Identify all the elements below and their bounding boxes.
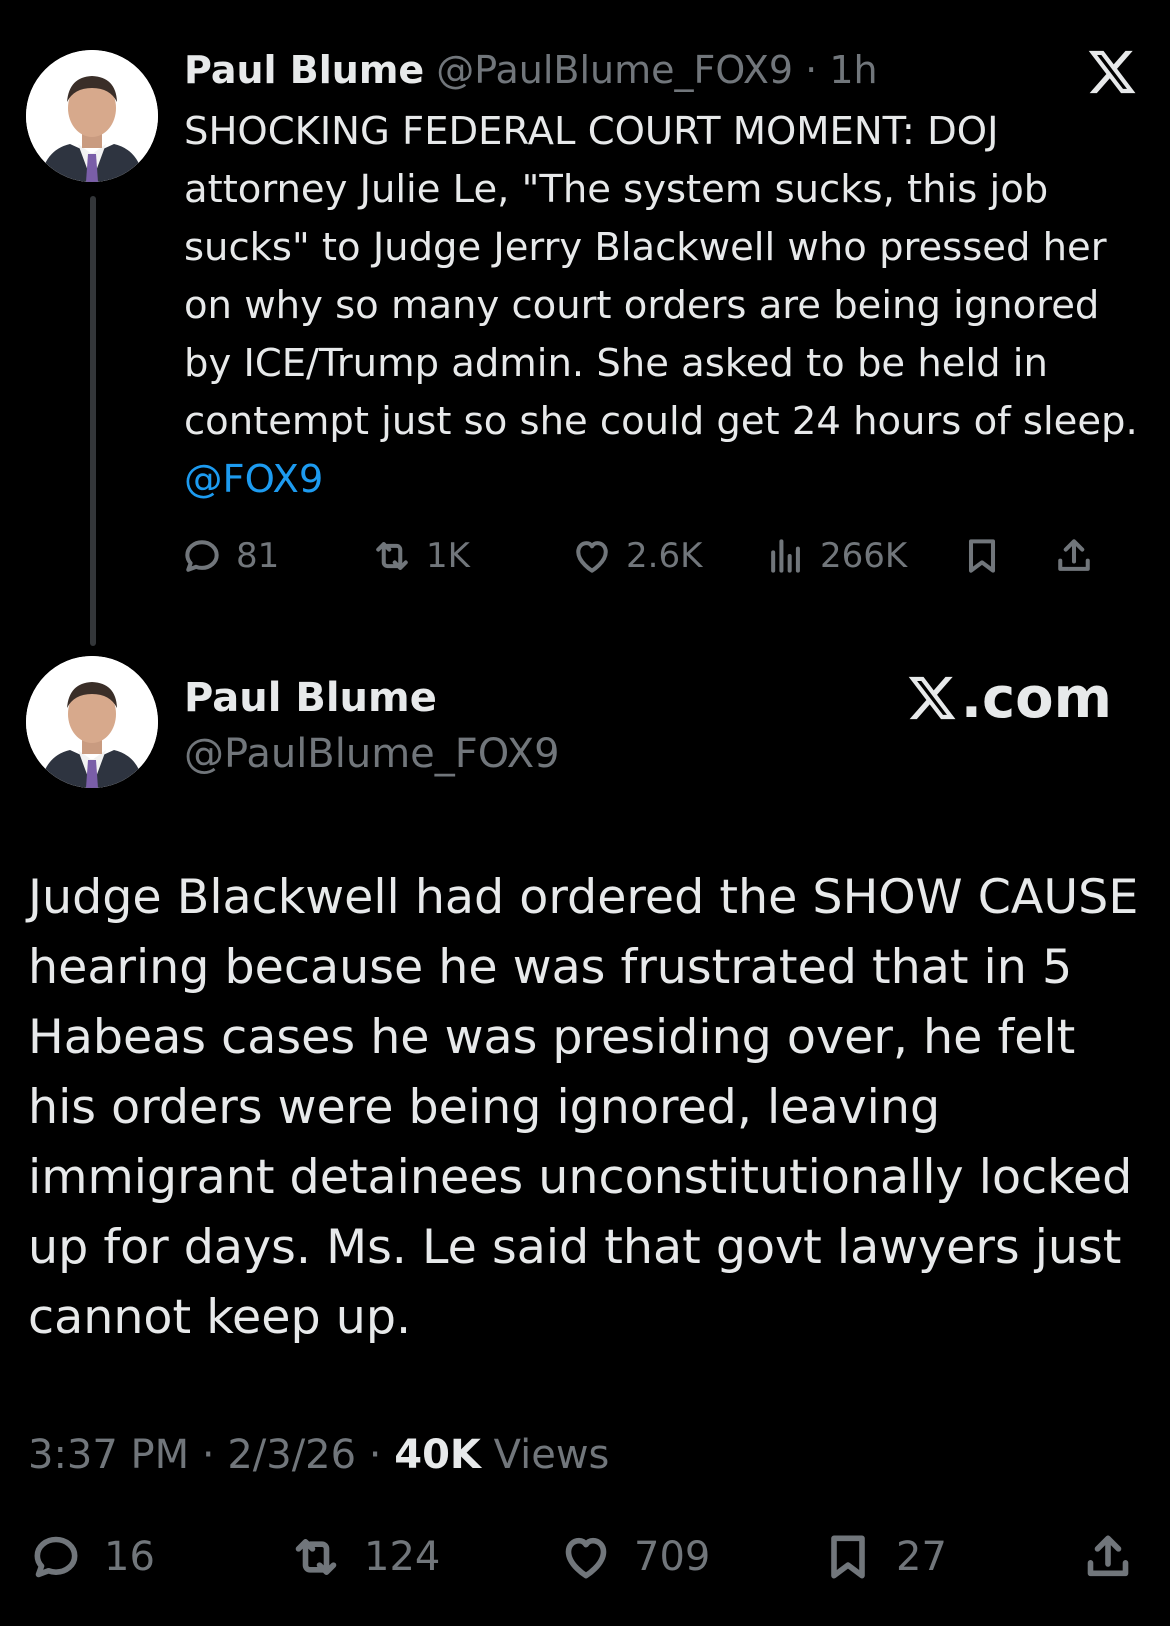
action-bar: 81 1K 2.6K 266K	[184, 528, 1144, 584]
avatar[interactable]	[26, 656, 158, 788]
x-logo-icon[interactable]	[1085, 46, 1139, 98]
reply-button[interactable]: 81	[180, 528, 279, 584]
bookmark-button[interactable]	[960, 528, 1004, 584]
tweet-text: Judge Blackwell had ordered the SHOW CAU…	[28, 870, 1139, 1345]
author-name[interactable]: Paul Blume	[184, 48, 424, 92]
views-label: Views	[480, 1432, 610, 1478]
bookmark-button[interactable]: 27	[820, 1526, 947, 1588]
bookmark-icon	[831, 1535, 865, 1579]
xcom-brand: .com	[905, 665, 1112, 731]
share-icon	[1087, 1535, 1129, 1577]
repost-button[interactable]: 1K	[370, 528, 470, 584]
date[interactable]: 2/3/26	[227, 1432, 356, 1478]
separator-dot: ·	[189, 1432, 228, 1478]
tweet-meta: 3:37 PM · 2/3/26 · 40K Views	[28, 1428, 609, 1482]
separator-dot: ·	[356, 1432, 395, 1478]
like-count: 709	[634, 1534, 711, 1580]
bookmark-count: 27	[896, 1534, 947, 1580]
repost-icon	[295, 1539, 337, 1575]
views-count: 40K	[394, 1432, 481, 1478]
timestamp[interactable]: 1h	[829, 48, 877, 92]
like-icon	[565, 1537, 607, 1579]
timestamp[interactable]: 3:37 PM	[28, 1432, 189, 1478]
views-icon	[771, 539, 800, 573]
author-handle[interactable]: @PaulBlume_FOX9	[436, 48, 793, 92]
reply-count: 16	[104, 1534, 155, 1580]
reply-button[interactable]: 16	[28, 1526, 155, 1588]
reply-icon	[185, 540, 219, 572]
like-button[interactable]: 709	[558, 1526, 710, 1588]
bookmark-icon	[968, 539, 996, 573]
repost-count: 124	[364, 1534, 441, 1580]
mention-link[interactable]: @FOX9	[184, 457, 323, 502]
author-handle[interactable]: @PaulBlume_FOX9	[184, 728, 560, 780]
tweet-body: SHOCKING FEDERAL COURT MOMENT: DOJ attor…	[184, 109, 1138, 444]
repost-button[interactable]: 124	[288, 1526, 440, 1588]
share-button[interactable]	[1080, 1526, 1136, 1588]
brand-text: .com	[960, 665, 1112, 731]
reply-count: 81	[236, 536, 280, 576]
avatar-image	[26, 656, 158, 788]
author-name[interactable]: Paul Blume	[184, 672, 437, 724]
repost-icon	[376, 542, 408, 570]
views-count: 266K	[820, 536, 908, 576]
tweet-text: SHOCKING FEDERAL COURT MOMENT: DOJ attor…	[184, 103, 1144, 509]
share-icon	[1058, 539, 1090, 571]
like-button[interactable]: 2.6K	[570, 528, 702, 584]
thread-line	[90, 196, 96, 646]
repost-count: 1K	[426, 536, 470, 576]
action-bar: 16 124 709 27	[28, 1526, 1148, 1588]
avatar[interactable]	[26, 50, 158, 182]
views-button[interactable]: 266K	[764, 528, 907, 584]
separator-dot: ·	[793, 48, 830, 92]
share-button[interactable]	[1052, 528, 1096, 584]
tweet-header: Paul Blume @PaulBlume_FOX9 · 1h	[184, 44, 878, 96]
avatar-image	[26, 50, 158, 182]
x-logo-icon	[908, 676, 956, 720]
like-count: 2.6K	[626, 536, 703, 576]
like-icon	[576, 541, 608, 573]
reply-icon	[34, 1536, 78, 1578]
